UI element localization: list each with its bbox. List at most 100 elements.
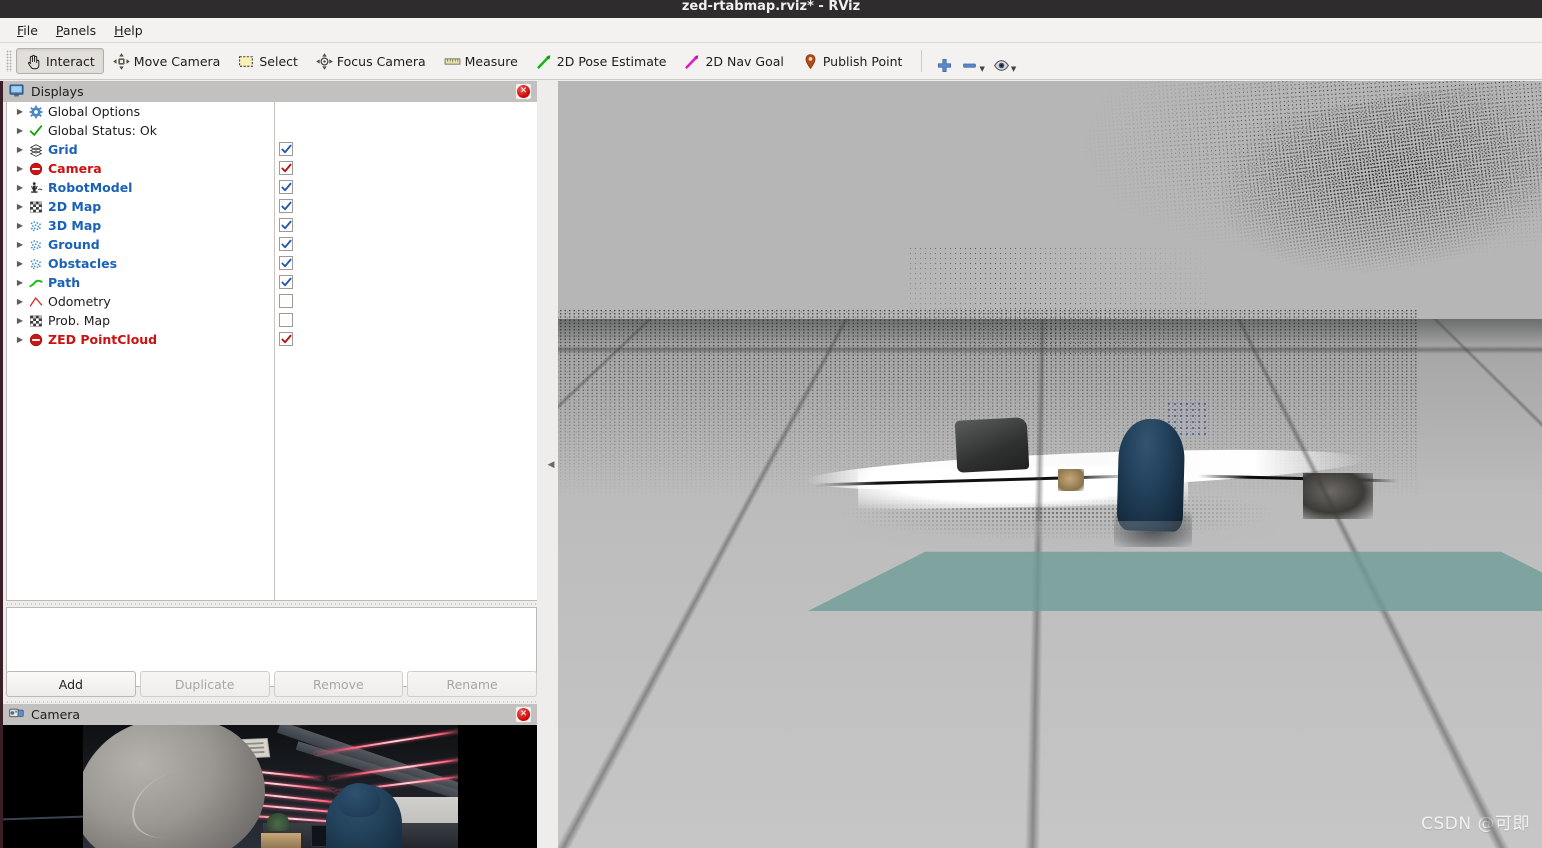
menubar: File Panels Help <box>0 18 1542 43</box>
tool-visibility-button[interactable]: ▼ <box>989 48 1020 74</box>
rename-display-button[interactable]: Rename <box>407 671 537 697</box>
expand-arrow-icon[interactable]: ▶ <box>13 202 27 211</box>
tool-move-camera-label: Move Camera <box>133 53 221 69</box>
display-label: RobotModel <box>48 180 133 195</box>
close-icon: ✕ <box>517 708 530 721</box>
tool-measure-button[interactable]: Measure <box>435 48 527 74</box>
expand-arrow-icon[interactable]: ▶ <box>13 240 27 249</box>
error-stop-icon <box>27 161 45 177</box>
display-label: 2D Map <box>48 199 102 214</box>
toolbar-separator <box>921 50 923 72</box>
tool-2d-pose-estimate-button[interactable]: 2D Pose Estimate <box>527 48 676 74</box>
expand-arrow-icon[interactable]: ▶ <box>13 259 27 268</box>
displays-tree-container[interactable]: ▶ Global Options ▶ Global Status: Ok ▶ G… <box>6 102 540 601</box>
display-row-path[interactable]: ▶ Path <box>7 273 539 292</box>
menu-help[interactable]: Help <box>105 20 152 41</box>
tool-2d-nav-goal-button[interactable]: 2D Nav Goal <box>675 48 792 74</box>
person-shoulder <box>83 725 265 848</box>
expand-arrow-icon[interactable]: ▶ <box>13 107 27 116</box>
display-visibility-checkbox[interactable] <box>279 237 293 251</box>
display-row-global-options[interactable]: ▶ Global Options <box>7 102 539 121</box>
display-visibility-checkbox[interactable] <box>279 199 293 213</box>
menu-panels[interactable]: Panels <box>47 20 105 41</box>
display-row-zed-pointcloud[interactable]: ▶ ZED PointCloud <box>7 330 539 349</box>
displays-tree: ▶ Global Options ▶ Global Status: Ok ▶ G… <box>7 102 539 600</box>
display-visibility-checkbox[interactable] <box>279 294 293 308</box>
expand-arrow-icon[interactable]: ▶ <box>13 316 27 325</box>
minus-icon <box>961 57 978 74</box>
display-row-prob-map[interactable]: ▶ Prob. Map <box>7 311 539 330</box>
pointcloud-tan-object <box>1058 469 1084 491</box>
add-tool-button[interactable] <box>932 48 957 74</box>
display-label: Global Options <box>48 104 141 119</box>
display-visibility-checkbox[interactable] <box>279 142 293 156</box>
camera-image-view[interactable] <box>3 725 540 848</box>
tool-focus-camera-button[interactable]: Focus Camera <box>307 48 435 74</box>
tool-publish-point-button[interactable]: Publish Point <box>793 48 912 74</box>
expand-arrow-icon[interactable]: ▶ <box>13 126 27 135</box>
tool-select-label: Select <box>259 53 298 69</box>
expand-arrow-icon[interactable]: ▶ <box>13 335 27 344</box>
displays-button-row: Add Duplicate Remove Rename <box>6 671 537 697</box>
render-view-3d[interactable]: CSDN @可即 <box>558 81 1542 848</box>
expand-arrow-icon[interactable]: ▶ <box>13 183 27 192</box>
chevron-left-icon: ◀ <box>547 459 555 470</box>
view-background-sky <box>558 81 1542 319</box>
expand-arrow-icon[interactable]: ▶ <box>13 164 27 173</box>
display-row-camera[interactable]: ▶ Camera <box>7 159 539 178</box>
display-label: Path <box>48 275 81 290</box>
tool-publish-point-label: Publish Point <box>822 53 903 69</box>
display-row-obstacles[interactable]: ▶ Obstacles <box>7 254 539 273</box>
eye-icon <box>993 57 1010 74</box>
pointcloud-dark-object <box>954 417 1030 473</box>
display-visibility-checkbox[interactable] <box>279 256 293 270</box>
display-visibility-checkbox[interactable] <box>279 180 293 194</box>
camera-panel-close-button[interactable]: ✕ <box>515 706 532 723</box>
display-visibility-checkbox[interactable] <box>279 218 293 232</box>
display-row-grid[interactable]: ▶ Grid <box>7 140 539 159</box>
display-visibility-checkbox[interactable] <box>279 313 293 327</box>
tool-interact-label: Interact <box>46 53 95 69</box>
expand-arrow-icon[interactable]: ▶ <box>13 278 27 287</box>
tool-move-camera-button[interactable]: Move Camera <box>104 48 230 74</box>
check-green-icon <box>27 123 45 139</box>
toolbar-drag-handle[interactable] <box>6 50 12 72</box>
display-label: Prob. Map <box>48 313 111 328</box>
magenta-arrow-icon <box>684 53 701 70</box>
display-row-2d-map[interactable]: ▶ 2D Map <box>7 197 539 216</box>
duplicate-display-button[interactable]: Duplicate <box>139 671 270 697</box>
expand-arrow-icon[interactable]: ▶ <box>13 145 27 154</box>
display-row-odometry[interactable]: ▶ Odometry <box>7 292 539 311</box>
dock-collapse-handle[interactable]: ◀ <box>544 81 558 848</box>
selection-box-icon <box>238 53 255 70</box>
green-path-icon <box>27 275 45 291</box>
display-label: Grid <box>48 142 78 157</box>
horizon-shading <box>558 319 1542 345</box>
error-stop-icon <box>27 332 45 348</box>
hand-cursor-icon <box>25 53 42 70</box>
displays-panel-header: Displays ✕ <box>3 81 537 102</box>
displays-panel-close-button[interactable]: ✕ <box>515 83 532 100</box>
green-arrow-icon <box>536 53 553 70</box>
map-pin-icon <box>802 53 819 70</box>
display-row-3d-map[interactable]: ▶ 3D Map <box>7 216 539 235</box>
tool-interact-button[interactable]: Interact <box>16 48 104 74</box>
display-row-global-status[interactable]: ▶ Global Status: Ok <box>7 121 539 140</box>
display-visibility-checkbox[interactable] <box>279 161 293 175</box>
camera-icon <box>9 706 24 724</box>
red-arc-icon <box>27 294 45 310</box>
tool-select-button[interactable]: Select <box>229 48 307 74</box>
pointcloud-person <box>1116 418 1186 532</box>
menu-file[interactable]: File <box>8 20 47 41</box>
display-label: ZED PointCloud <box>48 332 158 347</box>
add-display-button[interactable]: Add <box>6 671 136 697</box>
display-visibility-checkbox[interactable] <box>279 332 293 346</box>
display-row-robotmodel[interactable]: ▶ RobotModel <box>7 178 539 197</box>
camera-image <box>83 725 458 848</box>
display-row-ground[interactable]: ▶ Ground <box>7 235 539 254</box>
remove-tool-button[interactable]: ▼ <box>957 48 988 74</box>
expand-arrow-icon[interactable]: ▶ <box>13 221 27 230</box>
remove-display-button[interactable]: Remove <box>273 671 404 697</box>
display-visibility-checkbox[interactable] <box>279 275 293 289</box>
expand-arrow-icon[interactable]: ▶ <box>13 297 27 306</box>
